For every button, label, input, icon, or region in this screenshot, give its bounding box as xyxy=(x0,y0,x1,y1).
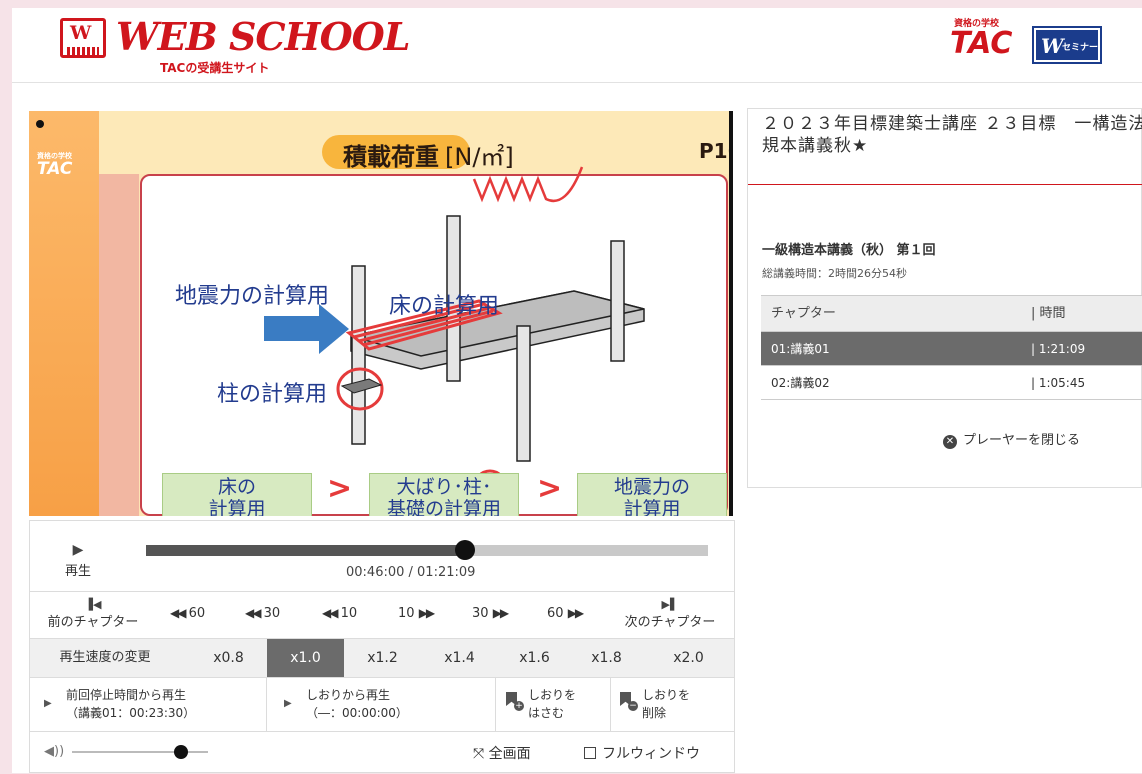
step-beam-column: 大ばり･柱･ 基礎の計算用 xyxy=(369,473,519,516)
step-earthquake: 地震力の 計算用 xyxy=(577,473,727,516)
chapter-row[interactable]: 01:講義01 | 1:21:09 xyxy=(761,332,1142,366)
label-floor: 床の計算用 xyxy=(389,294,500,319)
rewind-icon: ◀◀ xyxy=(170,606,187,620)
seek-handle[interactable] xyxy=(454,540,475,560)
play-button[interactable]: ▶ 再生 xyxy=(48,539,108,579)
prev-chapter-icon: ▐◀ xyxy=(84,598,102,611)
skip-fwd-60-button[interactable]: 60 ▶▶ xyxy=(547,606,585,621)
volume-icon[interactable]: ◀)) xyxy=(44,744,64,759)
speed-1.8[interactable]: x1.8 xyxy=(568,639,645,677)
step-arrow: > xyxy=(327,471,353,506)
play-icon: ▶ xyxy=(44,698,52,709)
structure-diagram xyxy=(264,166,645,507)
chapter-table-header: チャプター | 時間 xyxy=(761,296,1142,332)
seek-progress xyxy=(146,545,465,556)
rewind-icon: ◀◀ xyxy=(245,606,262,620)
speed-1.6[interactable]: x1.6 xyxy=(496,639,573,677)
seek-bar[interactable] xyxy=(146,540,708,560)
bookmark-add-button[interactable]: + しおりを はさむ xyxy=(506,686,576,722)
volume-row: ◀)) ⤧ 全画面 フルウィンドウ xyxy=(30,731,734,774)
step-arrow: > xyxy=(537,471,563,506)
label-earthquake: 地震力の計算用 xyxy=(175,284,330,309)
laptop-icon: W xyxy=(60,18,106,58)
fullscreen-button[interactable]: ⤧ 全画面 xyxy=(473,743,531,763)
skip-fwd-30-button[interactable]: 30 ▶▶ xyxy=(472,606,510,621)
label-column: 柱の計算用 xyxy=(217,382,328,407)
logo-subtitle: TACの受講生サイト xyxy=(160,61,270,75)
fast-forward-icon: ▶▶ xyxy=(492,606,510,620)
resume-bookmark-row: ▶ 前回停止時間から再生 （講義01：00:23:30） ▶ しおりから再生 （… xyxy=(30,677,734,731)
speed-0.8[interactable]: x0.8 xyxy=(190,639,267,677)
total-duration: 総講義時間：2時間26分54秒 xyxy=(762,267,907,280)
fast-forward-icon: ▶▶ xyxy=(567,606,585,620)
speed-row: 再生速度の変更 x0.8 x1.0 x1.2 x1.4 x1.6 x1.8 x2… xyxy=(30,638,734,677)
bookmark-delete-button[interactable]: − しおりを 削除 xyxy=(620,686,690,722)
play-icon: ▶ xyxy=(284,698,292,709)
close-icon: ✕ xyxy=(943,435,957,449)
rewind-icon: ◀◀ xyxy=(322,606,339,620)
skip-back-30-button[interactable]: ◀◀ 30 xyxy=(245,606,280,621)
speed-1.4[interactable]: x1.4 xyxy=(421,639,498,677)
speed-1.2[interactable]: x1.2 xyxy=(344,639,421,677)
volume-handle[interactable] xyxy=(173,745,188,759)
chapter-table: チャプター | 時間 01:講義01 | 1:21:09 02:講義02 | 1… xyxy=(761,295,1142,400)
speed-1.0[interactable]: x1.0 xyxy=(267,639,344,677)
lecture-panel: ２０２３年目標建築士講座 ２３目標 一構造法規本講義秋★ 一級構造本講義（秋） … xyxy=(747,108,1142,488)
fullwindow-toggle[interactable]: フルウィンドウ xyxy=(584,743,700,763)
volume-slider[interactable] xyxy=(72,745,208,759)
bookmark-play-button[interactable]: ▶ しおりから再生 （―：00:00:00） xyxy=(284,686,408,722)
play-icon: ▶ xyxy=(72,542,84,558)
lecture-title: 一級構造本講義（秋） 第１回 xyxy=(762,243,936,258)
checkbox-icon xyxy=(584,747,596,759)
video-frame[interactable]: 資格の学校 TAC 積載荷重[N/㎡] P16 xyxy=(29,111,733,516)
chapter-row[interactable]: 02:講義02 | 1:05:45 xyxy=(761,366,1142,400)
tac-logo[interactable]: 資格の学校 TAC W セミナー xyxy=(946,14,1136,72)
step-floor: 床の 計算用 xyxy=(162,473,312,516)
skip-back-10-button[interactable]: ◀◀ 10 xyxy=(322,606,357,621)
prev-chapter-button[interactable]: ▐◀ 前のチャプター xyxy=(38,592,148,638)
site-header: W WEB SCHOOL TACの受講生サイト 資格の学校 TAC W セミナー xyxy=(12,8,1142,83)
speed-label: 再生速度の変更 xyxy=(59,650,151,665)
time-display: 00:46:00 / 01:21:09 xyxy=(346,565,476,580)
chapter-skip-row: ▐◀ 前のチャプター ◀◀ 60 ◀◀ 30 ◀◀ 10 10 ▶▶ 30 ▶▶… xyxy=(30,591,734,638)
resume-button[interactable]: ▶ 前回停止時間から再生 （講義01：00:23:30） xyxy=(44,686,195,722)
skip-back-60-button[interactable]: ◀◀ 60 xyxy=(170,606,205,621)
annotation-toolbar[interactable] xyxy=(729,111,733,516)
speed-2.0[interactable]: x2.0 xyxy=(650,639,727,677)
course-title: ２０２３年目標建築士講座 ２３目標 一構造法規本講義秋★ xyxy=(762,114,1142,156)
close-player-button[interactable]: ✕ プレーヤーを閉じる xyxy=(943,429,1080,449)
web-school-logo[interactable]: W WEB SCHOOL TACの受講生サイト xyxy=(60,14,410,76)
next-chapter-icon: ▶▌ xyxy=(661,598,679,611)
player-controls: ▶ 再生 00:46:00 / 01:21:09 ▐◀ 前のチャプター ◀◀ 6… xyxy=(29,520,735,773)
logo-title: WEB SCHOOL xyxy=(116,14,410,59)
w-seminar-logo: W セミナー xyxy=(1032,26,1102,64)
fast-forward-icon: ▶▶ xyxy=(418,606,436,620)
skip-fwd-10-button[interactable]: 10 ▶▶ xyxy=(398,606,436,621)
page: W WEB SCHOOL TACの受講生サイト 資格の学校 TAC W セミナー… xyxy=(12,8,1142,773)
fullscreen-icon: ⤧ xyxy=(473,746,485,762)
next-chapter-button[interactable]: ▶▌ 次のチャプター xyxy=(615,592,725,638)
